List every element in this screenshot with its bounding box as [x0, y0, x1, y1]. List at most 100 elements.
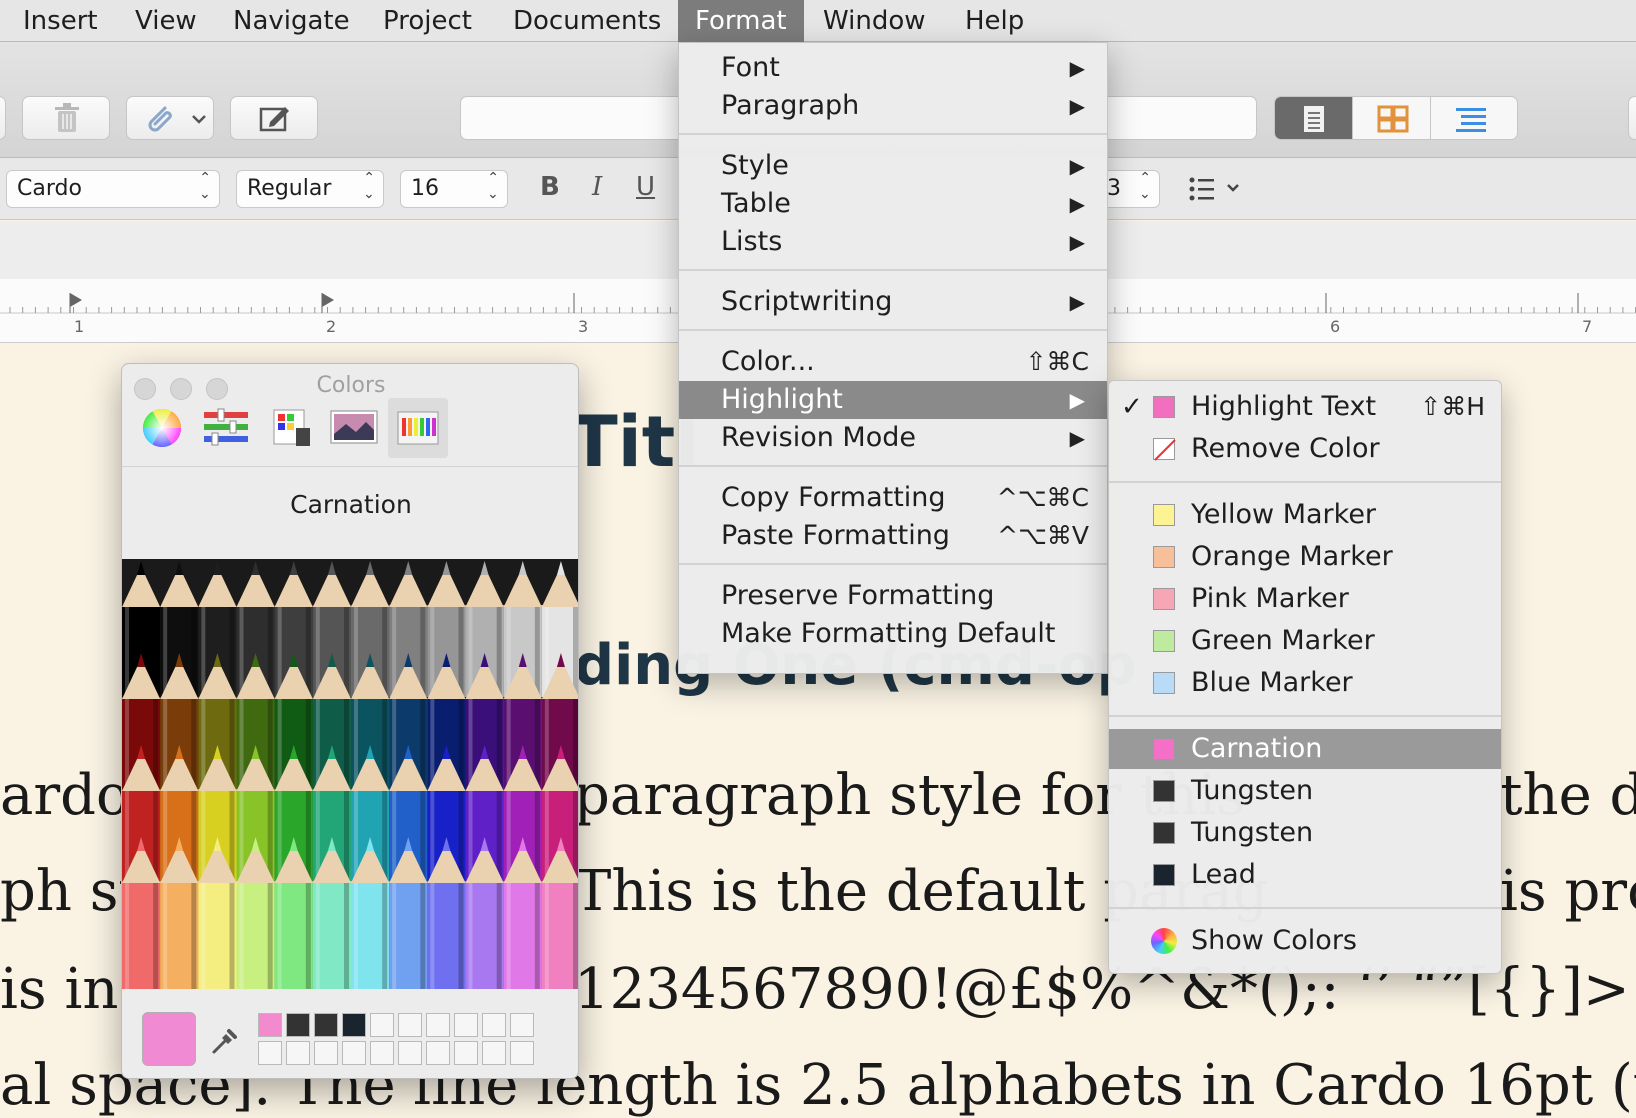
- custom-swatch[interactable]: [510, 1041, 534, 1065]
- color-palettes-mode-button[interactable]: [260, 398, 320, 458]
- highlight-item-blue-marker[interactable]: Blue Marker: [1109, 663, 1501, 703]
- toolbar-edge-button[interactable]: [0, 96, 6, 140]
- toolbar-right-button[interactable]: [1628, 96, 1636, 140]
- menu-help[interactable]: Help: [948, 0, 1041, 42]
- menu-item-copy-formatting[interactable]: Copy Formatting ^⌥⌘C: [679, 479, 1107, 517]
- custom-swatch[interactable]: [454, 1041, 478, 1065]
- highlight-item-label: Highlight Text: [1191, 391, 1377, 422]
- color-swatch: [1153, 504, 1175, 526]
- view-mode-control[interactable]: [1274, 96, 1518, 140]
- menu-format[interactable]: Format: [678, 0, 804, 42]
- menu-insert[interactable]: Insert: [6, 0, 115, 42]
- custom-swatch[interactable]: [342, 1041, 366, 1065]
- italic-button[interactable]: I: [592, 172, 602, 202]
- highlight-item-orange-marker[interactable]: Orange Marker: [1109, 537, 1501, 577]
- font-family-popup[interactable]: Cardo ⌃ ⌃: [6, 170, 220, 208]
- pencils-mode-button[interactable]: [388, 398, 448, 458]
- menu-separator: [679, 563, 1107, 565]
- menu-item-highlight[interactable]: Highlight ▶: [679, 381, 1107, 419]
- highlight-item-lead[interactable]: Lead: [1109, 855, 1501, 895]
- highlight-item-green-marker[interactable]: Green Marker: [1109, 621, 1501, 661]
- menu-navigate[interactable]: Navigate: [216, 0, 367, 42]
- submenu-arrow-icon: ▶: [1069, 426, 1085, 450]
- highlight-item-tungsten[interactable]: Tungsten: [1109, 771, 1501, 811]
- menu-item-paste-formatting[interactable]: Paste Formatting ^⌥⌘V: [679, 517, 1107, 555]
- custom-swatch[interactable]: [426, 1013, 450, 1037]
- custom-swatch[interactable]: [258, 1041, 282, 1065]
- submenu-arrow-icon: ▶: [1069, 230, 1085, 254]
- custom-swatch[interactable]: [482, 1013, 506, 1037]
- custom-swatch[interactable]: [314, 1013, 338, 1037]
- indent-marker[interactable]: [70, 293, 82, 307]
- highlight-item-highlight-text[interactable]: ✓ Highlight Text ⇧⌘H: [1109, 387, 1501, 427]
- custom-swatch[interactable]: [370, 1013, 394, 1037]
- font-style-value: Regular: [247, 176, 332, 201]
- bold-button[interactable]: B: [540, 172, 560, 202]
- custom-swatch[interactable]: [314, 1041, 338, 1065]
- indent-marker[interactable]: [322, 293, 334, 307]
- color-wheel-mode-button[interactable]: [132, 398, 192, 458]
- highlight-item-tungsten[interactable]: Tungsten: [1109, 813, 1501, 853]
- trash-button[interactable]: [22, 96, 110, 140]
- highlight-item-remove-color[interactable]: Remove Color: [1109, 429, 1501, 469]
- menu-item-label: Preserve Formatting: [721, 580, 995, 611]
- menu-item-revision-mode[interactable]: Revision Mode ▶: [679, 419, 1107, 457]
- view-outline-segment[interactable]: [1431, 97, 1509, 139]
- custom-swatch[interactable]: [454, 1013, 478, 1037]
- color-sliders-mode-button[interactable]: [196, 398, 256, 458]
- image-palettes-mode-button[interactable]: [324, 398, 384, 458]
- font-style-popup[interactable]: Regular ⌃ ⌃: [236, 170, 384, 208]
- font-family-value: Cardo: [17, 176, 82, 201]
- menu-item-paragraph[interactable]: Paragraph ▶: [679, 87, 1107, 125]
- divider: [122, 466, 578, 467]
- colors-panel[interactable]: Colors Carnation: [121, 363, 579, 1079]
- menu-item-make-formatting-default[interactable]: Make Formatting Default: [679, 615, 1107, 653]
- menu-project[interactable]: Project: [366, 0, 489, 42]
- custom-swatch[interactable]: [398, 1041, 422, 1065]
- custom-swatch[interactable]: [398, 1013, 422, 1037]
- menu-item-scriptwriting[interactable]: Scriptwriting ▶: [679, 283, 1107, 321]
- menu-item-font[interactable]: Font ▶: [679, 49, 1107, 87]
- underline-button[interactable]: U: [636, 172, 655, 202]
- eyedropper-icon[interactable]: [210, 1026, 240, 1056]
- format-menu[interactable]: Font ▶ Paragraph ▶ Style ▶ Table ▶ Lists ▶ Scriptw…: [678, 42, 1108, 674]
- menu-item-table[interactable]: Table ▶: [679, 185, 1107, 223]
- menu-item-lists[interactable]: Lists ▶: [679, 223, 1107, 261]
- pencil-grid[interactable]: [122, 559, 578, 989]
- attachment-button[interactable]: [126, 96, 214, 140]
- font-size-popup[interactable]: 16 ⌃ ⌃: [400, 170, 508, 208]
- highlight-item-label: Blue Marker: [1191, 667, 1353, 698]
- custom-swatch[interactable]: [426, 1041, 450, 1065]
- highlight-item-show-colors[interactable]: Show Colors: [1109, 921, 1501, 961]
- color-well[interactable]: [142, 1012, 196, 1066]
- menu-view[interactable]: View: [118, 0, 214, 42]
- trash-icon: [55, 103, 79, 132]
- body-text-line: the de: [1500, 763, 1636, 828]
- menu-item-color[interactable]: Color... ⇧⌘C: [679, 343, 1107, 381]
- menu-item-style[interactable]: Style ▶: [679, 147, 1107, 185]
- custom-swatch[interactable]: [286, 1013, 310, 1037]
- custom-swatch[interactable]: [482, 1041, 506, 1065]
- document-icon: [1304, 106, 1324, 132]
- highlight-item-label: Green Marker: [1191, 625, 1375, 656]
- highlight-item-yellow-marker[interactable]: Yellow Marker: [1109, 495, 1501, 535]
- compose-button[interactable]: [230, 96, 318, 140]
- color-swatch: [1153, 630, 1175, 652]
- custom-swatch[interactable]: [258, 1013, 282, 1037]
- view-document-segment[interactable]: [1275, 97, 1353, 139]
- highlight-item-pink-marker[interactable]: Pink Marker: [1109, 579, 1501, 619]
- custom-swatch[interactable]: [342, 1013, 366, 1037]
- list-style-button[interactable]: [1186, 172, 1246, 206]
- highlight-item-label: Lead: [1191, 859, 1256, 890]
- color-wheel-icon: [142, 408, 182, 448]
- menu-item-preserve-formatting[interactable]: Preserve Formatting: [679, 577, 1107, 615]
- highlight-item-carnation[interactable]: Carnation: [1109, 729, 1501, 769]
- highlight-submenu[interactable]: ✓ Highlight Text ⇧⌘H Remove Color Yellow Mar…: [1108, 380, 1502, 974]
- menu-window[interactable]: Window: [806, 0, 943, 42]
- menu-documents[interactable]: Documents: [496, 0, 678, 42]
- custom-swatch[interactable]: [370, 1041, 394, 1065]
- body-text-line: is proj: [1500, 859, 1636, 924]
- custom-swatch[interactable]: [286, 1041, 310, 1065]
- view-corkboard-segment[interactable]: [1353, 97, 1431, 139]
- custom-swatch[interactable]: [510, 1013, 534, 1037]
